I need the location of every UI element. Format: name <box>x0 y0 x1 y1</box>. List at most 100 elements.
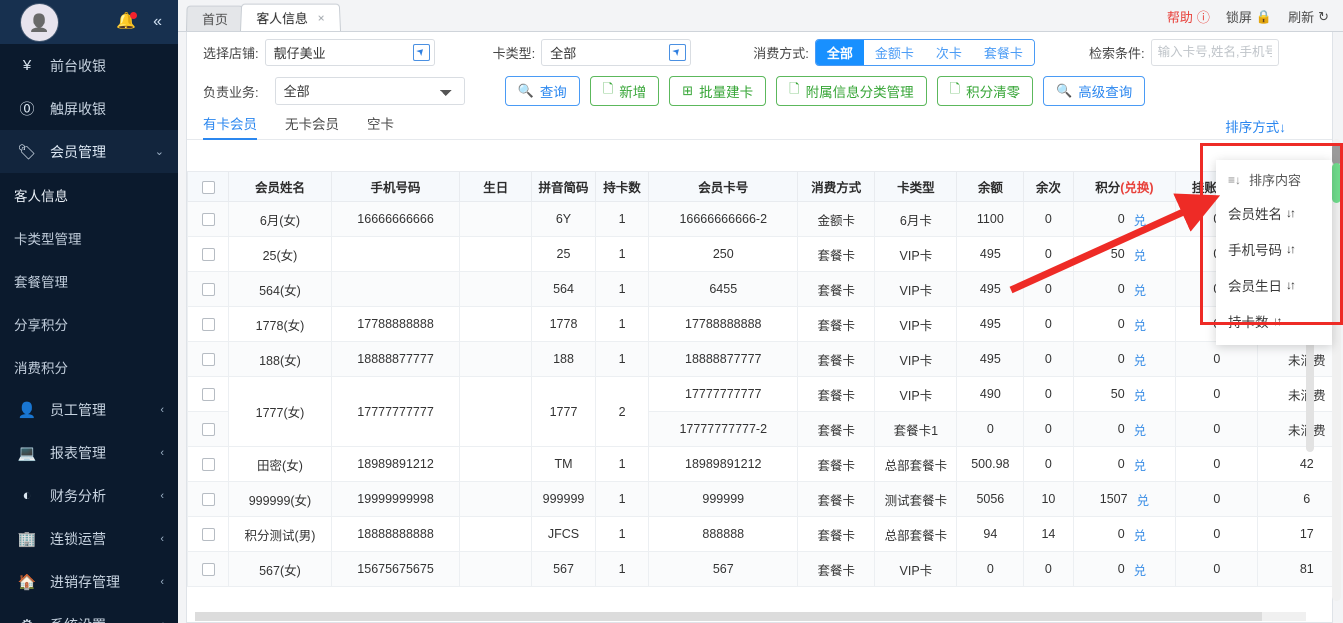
tab-guest-info[interactable]: 客人信息 × <box>240 3 342 32</box>
select-all-checkbox[interactable] <box>201 180 215 194</box>
sort-option-phone[interactable]: 手机号码 ↓↑ <box>1216 231 1332 267</box>
table-row[interactable]: 188(女) 18888877777 188 1 18888877777 套餐卡… <box>187 341 1332 377</box>
row-select-cell[interactable] <box>187 306 230 342</box>
business-select[interactable]: 全部 <box>274 77 465 105</box>
consume-option-package[interactable]: 套餐卡 <box>972 39 1034 65</box>
search-input[interactable] <box>1150 38 1279 66</box>
row-checkbox[interactable] <box>201 388 215 402</box>
sort-option-birthday[interactable]: 会员生日 ↓↑ <box>1216 267 1332 303</box>
row-select-cell[interactable] <box>187 551 230 587</box>
sidebar-item-card-type[interactable]: 卡类型管理 <box>0 216 178 259</box>
sidebar-item-share-points[interactable]: 分享积分 <box>0 302 178 345</box>
query-button[interactable]: 🔍 查询 <box>504 76 580 106</box>
sidebar-item-member-management[interactable]: 🏷 会员管理 ⌄ <box>0 130 178 173</box>
tab-home[interactable]: 首页 <box>186 5 245 32</box>
row-checkbox[interactable] <box>201 283 215 297</box>
attachment-category-button[interactable]: 🗋 附属信息分类管理 <box>776 76 927 106</box>
consume-option-times[interactable]: 次卡 <box>924 39 973 65</box>
exchange-link[interactable]: 兑 <box>1134 210 1147 229</box>
exchange-link[interactable]: 兑 <box>1134 525 1147 544</box>
table-row[interactable]: 田密(女) 18989891212 TM 1 18989891212 套餐卡 总… <box>187 446 1332 482</box>
subtab-no-card[interactable]: 无卡会员 <box>285 110 339 140</box>
sort-arrows-icon[interactable]: ↓↑ <box>1286 206 1296 220</box>
row-select-cell[interactable] <box>187 201 230 237</box>
row-select-cell[interactable] <box>187 341 230 377</box>
picker-icon[interactable] <box>669 43 687 61</box>
help-button[interactable]: 帮助 ⓘ <box>1167 7 1210 26</box>
row-checkbox[interactable] <box>201 563 215 577</box>
table-row[interactable]: 25(女) 25 1 250 套餐卡 VIP卡 495 0 50兑 0 <box>187 236 1332 272</box>
col-card-count[interactable]: 持卡数 <box>594 171 650 202</box>
table-row[interactable]: 567(女) 15675675675 567 1 567 套餐卡 VIP卡 0 … <box>187 551 1332 587</box>
sidebar-item-chain-ops[interactable]: 🏢 连锁运营 ‹ <box>0 517 178 560</box>
notifications-button[interactable]: 🔔 <box>115 11 138 33</box>
row-select-cell[interactable] <box>187 446 230 482</box>
lock-screen-button[interactable]: 锁屏 🔒 <box>1226 7 1272 26</box>
table-row[interactable]: 1777(女) 17777777777 1777 2 17777777777 套… <box>187 376 1332 447</box>
close-icon[interactable]: × <box>318 11 325 25</box>
page-scrollbar[interactable] <box>1332 139 1341 601</box>
row-checkbox[interactable] <box>201 423 215 437</box>
col-remaining-times[interactable]: 余次 <box>1023 171 1074 202</box>
advanced-query-button[interactable]: 🔍 高级查询 <box>1043 76 1146 106</box>
sidebar-item-guest-info[interactable]: 客人信息 <box>0 173 178 216</box>
col-balance[interactable]: 余额 <box>956 171 1025 202</box>
row-checkbox[interactable] <box>201 213 215 227</box>
col-birthday[interactable]: 生日 <box>459 171 533 202</box>
row-checkbox[interactable] <box>201 493 215 507</box>
sort-option-member-name[interactable]: 会员姓名 ↓↑ <box>1216 195 1332 231</box>
page-scroll-thumb-gray[interactable] <box>1332 143 1341 165</box>
col-points[interactable]: 积分(兑换) <box>1072 171 1177 202</box>
refresh-button[interactable]: 刷新 ↻ <box>1288 7 1329 26</box>
row-select-cell[interactable] <box>187 236 230 272</box>
sidebar-item-staff-management[interactable]: 👤 员工管理 ‹ <box>0 388 178 431</box>
picker-icon[interactable] <box>412 43 430 61</box>
row-checkbox[interactable] <box>201 248 215 262</box>
shop-select[interactable]: 靓仔美业 <box>264 38 435 66</box>
table-row[interactable]: 564(女) 564 1 6455 套餐卡 VIP卡 495 0 0兑 0 <box>187 271 1332 307</box>
card-type-select[interactable]: 全部 <box>541 38 692 66</box>
row-checkbox[interactable] <box>201 528 215 542</box>
row-checkbox[interactable] <box>201 458 215 472</box>
subtab-empty-card[interactable]: 空卡 <box>367 110 394 140</box>
sidebar-item-package[interactable]: 套餐管理 <box>0 259 178 302</box>
sidebar-item-finance[interactable]: ◐ 财务分析 ‹ <box>0 474 178 517</box>
table-row[interactable]: 6月(女) 16666666666 6Y 1 16666666666-2 金额卡… <box>187 201 1332 237</box>
exchange-link[interactable]: 兑 <box>1134 350 1147 369</box>
subtab-with-card[interactable]: 有卡会员 <box>203 110 257 140</box>
avatar[interactable]: 👤 <box>21 3 58 41</box>
sidebar-item-touch-cashier[interactable]: ⓪ 触屏收银 <box>0 87 178 130</box>
exchange-link[interactable]: 兑 <box>1134 385 1147 404</box>
page-scroll-thumb[interactable] <box>1332 163 1341 203</box>
exchange-link[interactable]: 兑 <box>1134 280 1147 299</box>
sort-option-card-count[interactable]: 持卡数 ↓↑ <box>1216 303 1332 339</box>
exchange-link[interactable]: 兑 <box>1134 315 1147 334</box>
select-all-header[interactable] <box>187 171 230 202</box>
col-pinyin[interactable]: 拼音简码 <box>531 171 596 202</box>
horizontal-scrollbar[interactable] <box>195 612 1306 621</box>
sidebar-item-front-desk[interactable]: ¥ 前台收银 <box>0 44 178 87</box>
exchange-link[interactable]: 兑 <box>1137 490 1150 509</box>
batch-create-card-button[interactable]: ⊞ 批量建卡 <box>669 76 767 106</box>
table-row[interactable]: 999999(女) 19999999998 999999 1 999999 套餐… <box>187 481 1332 517</box>
sidebar-item-consume-points[interactable]: 消费积分 <box>0 345 178 388</box>
col-consume-mode[interactable]: 消费方式 <box>797 171 876 202</box>
sort-arrows-icon[interactable]: ↓↑ <box>1273 314 1283 328</box>
col-member-name[interactable]: 会员姓名 <box>228 171 332 202</box>
exchange-link[interactable]: 兑 <box>1134 420 1147 439</box>
table-row[interactable]: 1778(女) 17788888888 1778 1 17788888888 套… <box>187 306 1332 342</box>
sidebar-item-system-settings[interactable]: ⚙ 系统设置 ‹ <box>0 603 178 623</box>
row-checkbox[interactable] <box>201 318 215 332</box>
exchange-link[interactable]: 兑 <box>1134 245 1147 264</box>
row-select-cell[interactable] <box>187 516 230 552</box>
sidebar-item-inventory[interactable]: 🏠 进销存管理 ‹ <box>0 560 178 603</box>
collapse-sidebar-icon[interactable]: « <box>153 14 162 30</box>
row-select-cell[interactable] <box>187 376 230 412</box>
row-select-cell[interactable] <box>187 411 230 447</box>
col-phone[interactable]: 手机号码 <box>330 171 461 202</box>
horizontal-scroll-thumb[interactable] <box>195 612 1262 621</box>
sort-arrows-icon[interactable]: ↓↑ <box>1286 242 1296 256</box>
row-select-cell[interactable] <box>187 271 230 307</box>
sort-method-link[interactable]: 排序方式↓ <box>1225 116 1286 136</box>
exchange-link[interactable]: 兑 <box>1134 560 1147 579</box>
